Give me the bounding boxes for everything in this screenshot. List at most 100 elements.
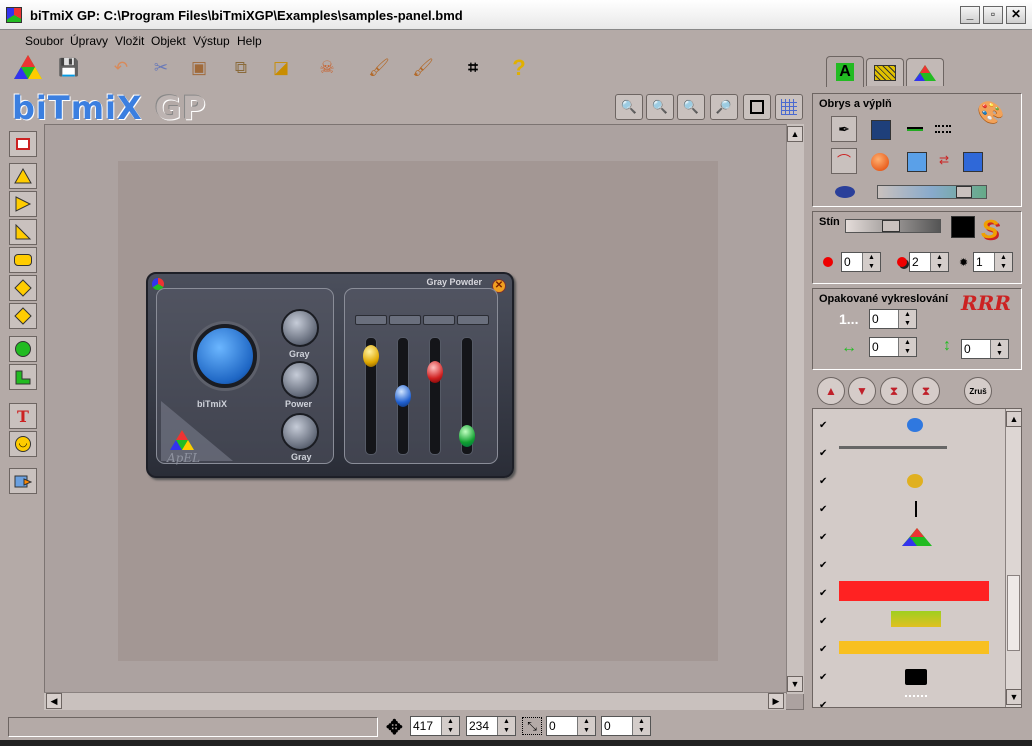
spin-arrows[interactable]: ▲ ▼ <box>990 340 1008 358</box>
fill-color-swatch-1[interactable] <box>907 152 927 172</box>
menu-help[interactable]: Help <box>237 34 262 48</box>
zoom-out-icon[interactable]: 🔍 <box>646 94 674 120</box>
spin-arrows[interactable]: ▲ ▼ <box>441 717 459 735</box>
repeat-horizontal-spin[interactable]: 0 ▲ ▼ <box>869 337 917 357</box>
zoom-fit-icon[interactable]: 🔍 <box>615 94 643 120</box>
spin-arrows[interactable]: ▲ ▼ <box>930 253 948 271</box>
canvas-vertical-scrollbar[interactable]: ▲ ▼ <box>786 124 804 694</box>
right-arrow-tool[interactable] <box>9 191 37 217</box>
crop-icon[interactable]: ⌗ <box>460 55 486 81</box>
visibility-checkbox[interactable]: ✔ <box>819 616 827 627</box>
list-item[interactable]: ✔ <box>813 635 1007 663</box>
rectangle-tool[interactable] <box>9 131 37 157</box>
scroll-right-button[interactable]: ▶ <box>768 693 784 709</box>
list-item[interactable]: ✔ <box>813 439 1007 467</box>
list-item[interactable]: ✔ <box>813 663 1007 691</box>
app-icon[interactable] <box>6 7 22 23</box>
list-item[interactable]: ✔ <box>813 607 1007 635</box>
shadow-slider-thumb[interactable] <box>882 220 900 232</box>
swap-colors-icon[interactable]: ⇄ <box>939 153 949 167</box>
fill-bucket-button[interactable]: ⌒ <box>831 148 857 174</box>
shadow-offset-x-spin[interactable]: 0 ▲ ▼ <box>841 252 881 272</box>
spin-arrows[interactable]: ▲ ▼ <box>898 338 916 356</box>
triangle-tool[interactable] <box>9 163 37 189</box>
help-icon[interactable]: ? <box>506 55 532 81</box>
fill-gradient-icon[interactable] <box>871 153 889 171</box>
rounded-rect-tool[interactable] <box>9 247 37 273</box>
shadow-offset-y-spin[interactable]: 2 ▲ ▼ <box>909 252 949 272</box>
list-item[interactable]: ✔ <box>813 551 1007 579</box>
visibility-checkbox[interactable]: ✔ <box>819 588 827 599</box>
paste-icon[interactable]: ▣ <box>186 55 212 81</box>
text-tool[interactable]: T <box>9 403 37 429</box>
transparency-slider[interactable] <box>877 185 987 199</box>
position-y-spin[interactable]: 234 ▲ ▼ <box>466 716 516 736</box>
diamond-tool[interactable] <box>9 275 37 301</box>
circle-tool[interactable] <box>9 336 37 362</box>
scroll-left-button[interactable]: ◀ <box>46 693 62 709</box>
layer-list[interactable]: ✔ ✔ ✔ ✔ ✔ ✔ ✔ ✔ ✔ ✔ ✔ ▲ ▼ <box>812 408 1022 708</box>
list-item[interactable]: ✔ <box>813 691 1007 707</box>
menu-objekt[interactable]: Objekt <box>151 34 186 48</box>
visibility-checkbox[interactable]: ✔ <box>819 504 827 515</box>
cut-icon[interactable]: ✂ <box>148 55 174 81</box>
list-scroll-up-button[interactable]: ▲ <box>1006 411 1021 427</box>
polygon-tool[interactable] <box>9 364 37 390</box>
smiley-tool[interactable]: ◡ <box>9 431 37 457</box>
shadow-color-swatch[interactable] <box>951 216 975 238</box>
list-item[interactable]: ✔ <box>813 411 1007 439</box>
reset-order-button[interactable]: Zruš <box>964 377 992 405</box>
canvas-horizontal-scrollbar[interactable]: ◀ ▶ <box>44 692 786 710</box>
selection-frame-icon[interactable] <box>743 94 771 120</box>
spin-arrows[interactable]: ▲ ▼ <box>497 717 515 735</box>
menu-upravy[interactable]: Úpravy <box>70 34 108 48</box>
outline-pen-button[interactable]: ✒ <box>831 116 857 142</box>
line-style-icon[interactable] <box>907 127 923 131</box>
menu-soubor[interactable]: Soubor <box>25 34 64 48</box>
list-item[interactable]: ✔ <box>813 523 1007 551</box>
list-item[interactable]: ✔ <box>813 579 1007 607</box>
copy-icon[interactable]: ⧉ <box>228 55 254 81</box>
list-scroll-down-button[interactable]: ▼ <box>1006 689 1021 705</box>
diamond-alt-tool[interactable] <box>9 303 37 329</box>
layer-list-scrollbar[interactable]: ▲ ▼ <box>1005 409 1021 707</box>
shadow-slider[interactable] <box>845 219 941 233</box>
app-logo-icon[interactable] <box>12 52 44 84</box>
close-button[interactable]: ✕ <box>1006 6 1026 24</box>
list-scroll-thumb[interactable] <box>1007 575 1020 651</box>
grid-icon[interactable] <box>775 94 803 120</box>
move-bottom-button[interactable]: ⧗ <box>912 377 940 405</box>
right-triangle-tool[interactable] <box>9 219 37 245</box>
visibility-checkbox[interactable]: ✔ <box>819 532 827 543</box>
spin-arrows[interactable]: ▲ ▼ <box>577 717 595 735</box>
move-up-button[interactable]: ▲ <box>817 377 845 405</box>
spin-arrows[interactable]: ▲ ▼ <box>898 310 916 328</box>
transparency-slider-thumb[interactable] <box>956 186 972 198</box>
size-w-spin[interactable]: 0 ▲ ▼ <box>546 716 596 736</box>
menu-vlozit[interactable]: Vložit <box>115 34 144 48</box>
brush-icon[interactable]: 🖌 <box>366 55 392 81</box>
list-item[interactable]: ✔ <box>813 495 1007 523</box>
brush-alt-icon[interactable]: 🖌 <box>410 55 436 81</box>
visibility-checkbox[interactable]: ✔ <box>819 420 827 431</box>
repeat-count-spin[interactable]: 0 ▲ ▼ <box>869 309 917 329</box>
scroll-down-button[interactable]: ▼ <box>787 676 803 692</box>
delete-icon[interactable]: ☠ <box>314 55 340 81</box>
spin-arrows[interactable]: ▲ ▼ <box>862 253 880 271</box>
visibility-checkbox[interactable]: ✔ <box>819 700 827 707</box>
visibility-checkbox[interactable]: ✔ <box>819 560 827 571</box>
visibility-checkbox[interactable]: ✔ <box>819 644 827 655</box>
spin-arrows[interactable]: ▲ ▼ <box>994 253 1012 271</box>
shadow-blur-spin[interactable]: 1 ▲ ▼ <box>973 252 1013 272</box>
position-x-spin[interactable]: 417 ▲ ▼ <box>410 716 460 736</box>
dash-style-icon[interactable] <box>935 125 951 133</box>
spin-arrows[interactable]: ▲ ▼ <box>632 717 650 735</box>
move-down-button[interactable]: ▼ <box>848 377 876 405</box>
save-icon[interactable]: 💾 <box>56 55 82 81</box>
image-tool[interactable] <box>9 468 37 494</box>
maximize-button[interactable]: ▫ <box>983 6 1003 24</box>
repeat-vertical-spin[interactable]: 0 ▲ ▼ <box>961 339 1009 359</box>
undo-icon[interactable]: ↶ <box>108 55 134 81</box>
visibility-checkbox[interactable]: ✔ <box>819 448 827 459</box>
size-h-spin[interactable]: 0 ▲ ▼ <box>601 716 651 736</box>
